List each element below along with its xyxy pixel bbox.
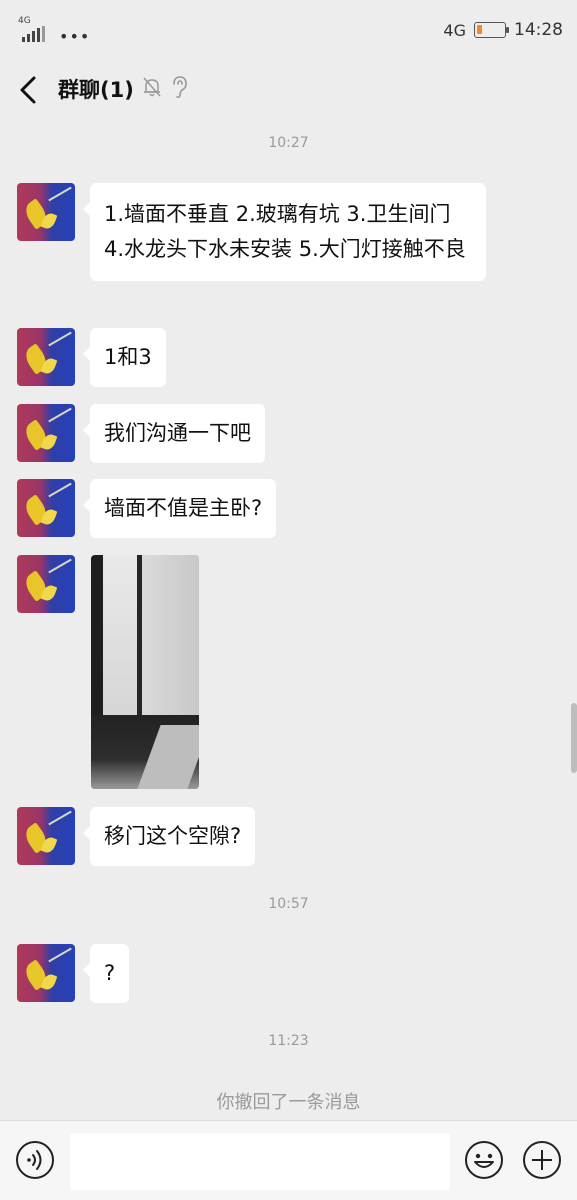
network-type: 4G [443,20,466,40]
status-time: 14:28 [514,20,563,40]
emoji-icon[interactable] [464,1140,504,1180]
message-bubble[interactable]: 1和3 [83,328,166,387]
back-arrow-icon[interactable] [14,72,44,108]
input-bar [0,1120,577,1200]
plus-icon[interactable] [522,1140,562,1180]
voice-icon[interactable] [15,1140,55,1180]
avatar[interactable] [17,807,75,865]
chat-header: 群聊(1) [0,60,577,120]
mute-bell-icon [143,77,161,97]
avatar[interactable] [17,328,75,386]
avatar[interactable] [17,404,75,462]
message-bubble[interactable]: 墙面不值是主卧? [82,479,277,538]
chat-title[interactable]: 群聊(1) [58,74,134,104]
status-bar: 4G ••• 4G 14:28 [0,0,577,60]
avatar[interactable] [17,944,75,1002]
message-bubble[interactable]: ? [82,944,130,1003]
signal-icon [22,26,45,42]
status-right: 4G 14:28 [443,20,563,40]
ear-icon [173,76,187,99]
message-input[interactable] [70,1133,450,1190]
time-divider: 11:23 [268,1033,309,1049]
notification-dots: ••• [59,27,91,46]
avatar[interactable] [17,555,75,613]
time-divider: 10:27 [268,135,309,151]
time-divider: 10:57 [268,896,309,912]
status-left: 4G ••• [18,16,91,46]
message-bubble[interactable]: 移门这个空隙? [82,807,256,866]
battery-icon [474,22,509,38]
network-type-small: 4G [18,16,31,26]
message-photo[interactable] [91,555,199,789]
message-bubble[interactable]: 我们沟通一下吧 [83,404,265,463]
recall-notice: 你撤回了一条消息 [216,1092,361,1113]
avatar[interactable] [17,183,75,241]
message-bubble[interactable]: 1.墙面不垂直 2.玻璃有坑 3.卫生间门 4.水龙头下水未安装 5.大门灯接触… [83,183,486,281]
battery-level [477,25,482,34]
scrollbar-thumb[interactable] [571,703,577,773]
avatar[interactable] [17,479,75,537]
